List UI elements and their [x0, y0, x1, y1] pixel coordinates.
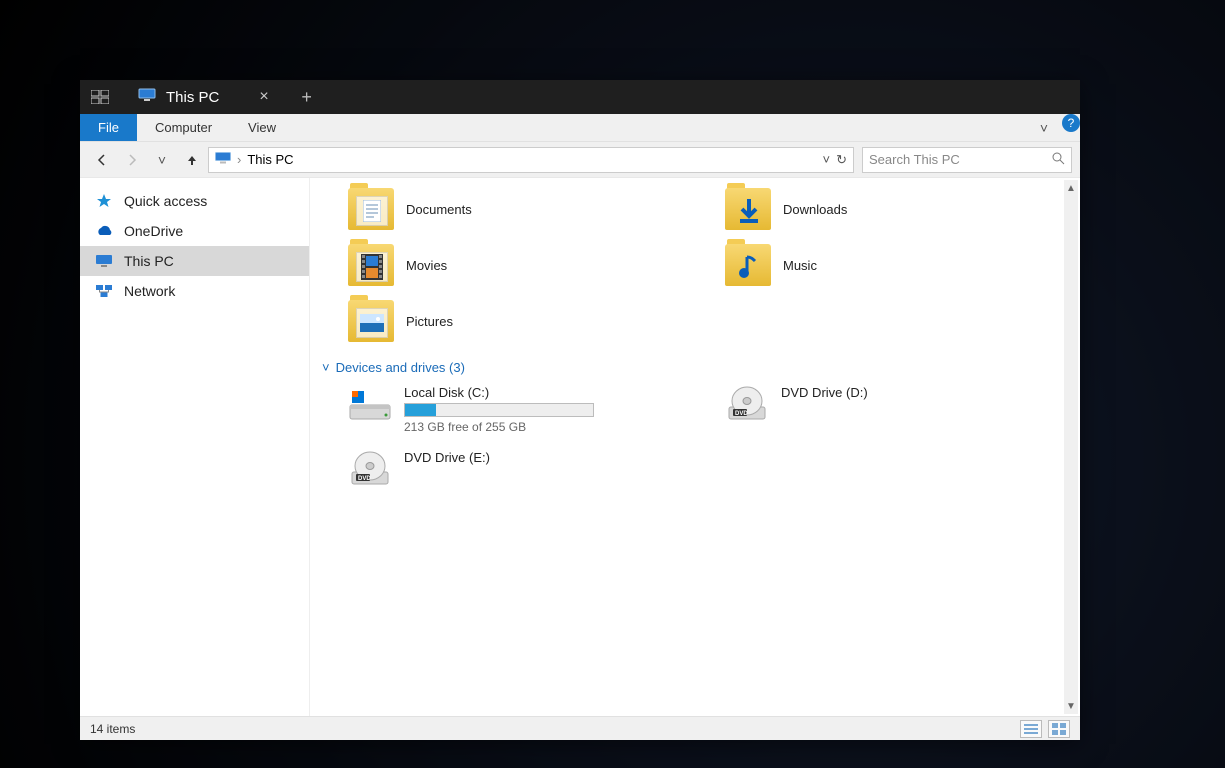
search-placeholder: Search This PC — [869, 152, 960, 167]
vertical-scrollbar[interactable]: ▲ ▼ — [1064, 180, 1078, 714]
breadcrumb-location[interactable]: This PC — [247, 152, 293, 167]
window-tab[interactable]: This PC × — [120, 88, 287, 107]
downloads-folder-icon — [725, 188, 771, 230]
search-icon — [1052, 152, 1065, 168]
dvd-drive-icon: DVD — [348, 450, 392, 491]
recent-locations-button[interactable]: ˅ — [148, 146, 176, 174]
svg-text:DVD: DVD — [358, 476, 371, 482]
folder-downloads[interactable]: Downloads — [725, 188, 1062, 230]
ribbon-computer-tab[interactable]: Computer — [137, 114, 230, 141]
folder-movies[interactable]: Movies — [348, 244, 685, 286]
status-item-count: 14 items — [90, 722, 135, 736]
folder-music[interactable]: Music — [725, 244, 1062, 286]
devices-section-title: Devices and drives (3) — [336, 360, 465, 375]
this-pc-icon — [94, 254, 114, 268]
drive-dvd-d[interactable]: DVD DVD Drive (D:) — [725, 385, 1062, 434]
forward-button[interactable] — [118, 146, 146, 174]
folder-label: Movies — [406, 258, 447, 273]
up-button[interactable] — [178, 146, 206, 174]
status-bar: 14 items — [80, 716, 1080, 740]
cloud-icon — [94, 225, 114, 237]
this-pc-icon — [138, 88, 156, 107]
drive-label: DVD Drive (E:) — [404, 450, 490, 465]
capacity-fill — [405, 404, 436, 416]
sets-taskview-icon[interactable] — [80, 90, 120, 104]
folder-label: Documents — [406, 202, 472, 217]
navigation-bar: ˅ › This PC ˅ ↻ Search This PC — [80, 142, 1080, 178]
help-icon[interactable]: ? — [1062, 114, 1080, 132]
drive-label: Local Disk (C:) — [404, 385, 604, 400]
ribbon-expand-icon[interactable]: ˅ — [1030, 114, 1058, 142]
music-folder-icon — [725, 244, 771, 286]
this-pc-icon — [215, 152, 231, 167]
dvd-drive-icon: DVD — [725, 385, 769, 426]
navigation-pane: Quick access OneDrive This PC Network — [80, 178, 310, 716]
ribbon-view-tab[interactable]: View — [230, 114, 294, 141]
view-details-button[interactable] — [1020, 720, 1042, 738]
folder-label: Music — [783, 258, 817, 273]
chevron-down-icon: ˅ — [322, 360, 330, 375]
drive-label: DVD Drive (D:) — [781, 385, 868, 400]
ribbon-file-tab[interactable]: File — [80, 114, 137, 141]
sidebar-item-label: Quick access — [124, 193, 207, 209]
folder-label: Pictures — [406, 314, 453, 329]
sidebar-item-label: Network — [124, 283, 175, 299]
drive-dvd-e[interactable]: DVD DVD Drive (E:) — [348, 450, 685, 491]
capacity-text: 213 GB free of 255 GB — [404, 420, 604, 434]
back-button[interactable] — [88, 146, 116, 174]
folder-label: Downloads — [783, 202, 847, 217]
explorer-body: Quick access OneDrive This PC Network — [80, 178, 1080, 716]
sidebar-item-network[interactable]: Network — [80, 276, 309, 306]
drives-grid: Local Disk (C:) 213 GB free of 255 GB DV… — [348, 385, 1062, 491]
sidebar-item-this-pc[interactable]: This PC — [80, 246, 309, 276]
scroll-up-icon[interactable]: ▲ — [1064, 180, 1078, 196]
chevron-right-icon: › — [237, 152, 241, 167]
file-explorer-window: This PC × + File Computer View ˅ ? ˅ › T… — [80, 80, 1080, 740]
view-large-icons-button[interactable] — [1048, 720, 1070, 738]
drive-local-disk-c[interactable]: Local Disk (C:) 213 GB free of 255 GB — [348, 385, 685, 434]
folder-documents[interactable]: Documents — [348, 188, 685, 230]
network-icon — [94, 284, 114, 298]
movies-folder-icon — [348, 244, 394, 286]
sidebar-item-label: This PC — [124, 253, 174, 269]
hard-drive-icon — [348, 385, 392, 426]
new-tab-button[interactable]: + — [287, 87, 327, 108]
content-pane: Documents Downloads Movies — [310, 178, 1080, 716]
tab-title: This PC — [166, 89, 219, 106]
ribbon-tabs: File Computer View ˅ ? — [80, 114, 1080, 142]
documents-folder-icon — [348, 188, 394, 230]
titlebar: This PC × + — [80, 80, 1080, 114]
address-dropdown-icon[interactable]: ˅ — [823, 152, 831, 167]
folder-pictures[interactable]: Pictures — [348, 300, 685, 342]
refresh-icon[interactable]: ↻ — [836, 152, 847, 168]
pictures-folder-icon — [348, 300, 394, 342]
search-input[interactable]: Search This PC — [862, 147, 1072, 173]
sidebar-item-label: OneDrive — [124, 223, 183, 239]
sidebar-item-quick-access[interactable]: Quick access — [80, 186, 309, 216]
devices-section-header[interactable]: ˅ Devices and drives (3) — [322, 360, 1062, 375]
star-icon — [94, 193, 114, 209]
scroll-down-icon[interactable]: ▼ — [1064, 698, 1078, 714]
svg-text:DVD: DVD — [735, 411, 748, 417]
sidebar-item-onedrive[interactable]: OneDrive — [80, 216, 309, 246]
capacity-bar — [404, 403, 594, 417]
address-bar[interactable]: › This PC ˅ ↻ — [208, 147, 854, 173]
tab-close-icon[interactable]: × — [259, 88, 268, 106]
folders-grid: Documents Downloads Movies — [348, 188, 1062, 342]
